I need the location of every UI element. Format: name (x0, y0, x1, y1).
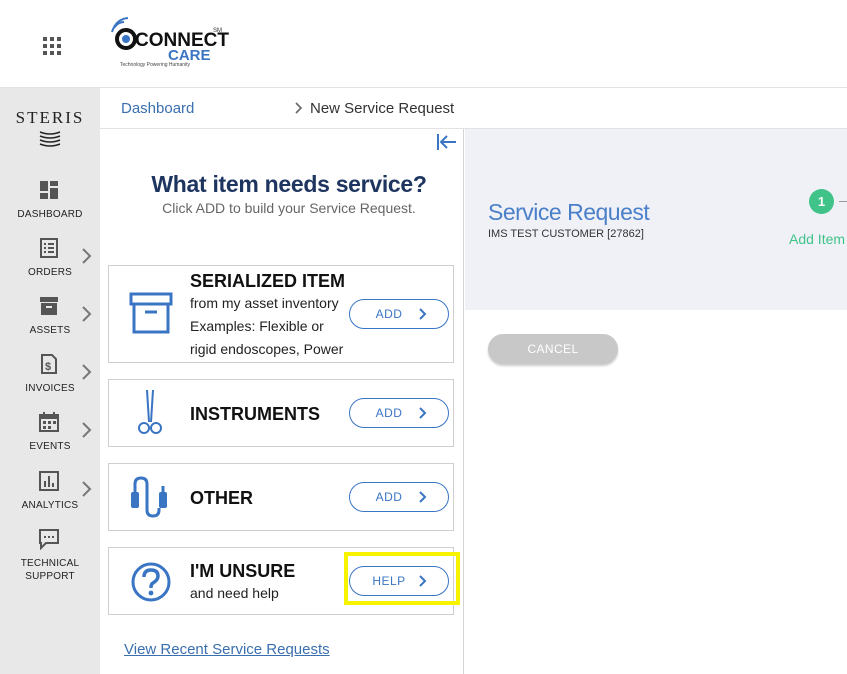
view-recent-requests-link[interactable]: View Recent Service Requests (124, 641, 330, 658)
chevron-right-icon[interactable] (80, 421, 92, 439)
steris-logo-icon (39, 131, 61, 147)
chevron-right-icon (419, 308, 427, 320)
chat-icon (39, 529, 59, 550)
service-request-content: Service Request IMS TEST CUSTOMER [27862… (465, 129, 847, 674)
nav-technical-support-label: TECHNICAL SUPPORT (0, 557, 100, 583)
card-title: SERIALIZED ITEM (190, 271, 346, 291)
svg-text:$: $ (45, 361, 51, 373)
invoices-icon: $ (41, 354, 57, 374)
desc-line: Examples: Flexible or (190, 318, 324, 334)
button-label: ADD (375, 307, 403, 321)
label-line: TECHNICAL (20, 558, 80, 569)
customer-name: IMS TEST CUSTOMER [27862] (488, 228, 644, 240)
chevron-right-icon (419, 491, 427, 503)
svg-text:Technology Powering Humanity: Technology Powering Humanity (120, 62, 191, 68)
other-card: OTHER ADD (108, 463, 454, 531)
button-label: HELP (372, 574, 406, 588)
breadcrumb-current: New Service Request (310, 100, 455, 117)
svg-text:SM: SM (213, 28, 222, 34)
add-instruments-button[interactable]: ADD (349, 398, 449, 428)
panel-title: What item needs service? (151, 171, 427, 197)
nav-orders[interactable]: ORDERS (0, 237, 100, 289)
assets-icon (40, 297, 58, 315)
steris-brand[interactable]: STERIS (0, 108, 100, 128)
step-number-badge: 1 (809, 189, 834, 214)
archive-box-icon (129, 292, 173, 334)
surgical-clamp-icon (138, 389, 162, 434)
panel-subtitle: Click ADD to build your Service Request. (162, 200, 416, 216)
card-title: INSTRUMENTS (190, 404, 320, 424)
help-button[interactable]: HELP (349, 566, 449, 596)
label-line: SUPPORT (25, 571, 75, 582)
nav-invoices-label: INVOICES (25, 383, 75, 394)
nav-orders-label: ORDERS (28, 267, 72, 278)
service-request-title: Service Request (488, 199, 650, 225)
step-label: Add Item (789, 231, 846, 247)
top-header: CONNECT SM CARE Technology Powering Huma… (0, 0, 847, 88)
add-other-button[interactable]: ADD (349, 482, 449, 512)
card-title: I'M UNSURE (190, 561, 296, 581)
nav-technical-support[interactable]: TECHNICAL SUPPORT (0, 528, 100, 583)
nav-invoices[interactable]: $ INVOICES (0, 353, 100, 405)
unsure-card: I'M UNSURE and need help HELP (108, 547, 460, 615)
instruments-card: INSTRUMENTS ADD (108, 379, 454, 447)
nav-dashboard[interactable]: DASHBOARD (0, 179, 100, 231)
analytics-icon (39, 471, 59, 491)
dashboard-icon (40, 181, 58, 199)
chevron-right-icon (419, 575, 427, 587)
chevron-right-icon[interactable] (80, 363, 92, 381)
chevron-right-icon (295, 102, 303, 114)
orders-icon (40, 238, 58, 258)
card-description: and need help (190, 585, 279, 601)
button-label: ADD (375, 490, 403, 504)
add-serialized-item-button[interactable]: ADD (349, 299, 449, 329)
chevron-right-icon[interactable] (80, 247, 92, 265)
card-title: OTHER (190, 488, 253, 508)
breadcrumb: Dashboard New Service Request (100, 88, 847, 129)
nav-assets-label: ASSETS (29, 325, 71, 336)
collapse-panel-icon[interactable] (436, 133, 458, 151)
step-connector (839, 201, 847, 202)
desc-line: from my asset inventory (190, 295, 339, 311)
chevron-right-icon[interactable] (80, 305, 92, 323)
app-launcher-icon[interactable] (43, 37, 61, 55)
item-selection-panel: What item needs service? Click ADD to bu… (100, 129, 464, 674)
side-nav: STERIS DASHBOARD ORDERS ASSETS $ INVOICE… (0, 88, 100, 674)
cable-icon (131, 476, 167, 518)
nav-analytics[interactable]: ANALYTICS (0, 470, 100, 522)
question-icon (131, 562, 171, 602)
serialized-item-card: SERIALIZED ITEM from my asset inventory … (108, 265, 454, 363)
service-request-header: Service Request IMS TEST CUSTOMER [27862… (465, 129, 847, 310)
card-description: from my asset inventory Examples: Flexib… (190, 292, 343, 361)
breadcrumb-dashboard-link[interactable]: Dashboard (121, 100, 194, 117)
nav-analytics-label: ANALYTICS (21, 500, 79, 511)
chevron-right-icon (419, 407, 427, 419)
button-label: ADD (375, 406, 403, 420)
chevron-right-icon[interactable] (80, 480, 92, 498)
connect-care-logo[interactable]: CONNECT SM CARE Technology Powering Huma… (110, 14, 230, 74)
cancel-button[interactable]: CANCEL (488, 334, 618, 364)
nav-events-label: EVENTS (29, 441, 71, 452)
nav-dashboard-label: DASHBOARD (17, 209, 83, 220)
nav-assets[interactable]: ASSETS (0, 295, 100, 347)
calendar-icon (39, 412, 59, 432)
nav-events[interactable]: EVENTS (0, 411, 100, 463)
desc-line: rigid endoscopes, Power (190, 341, 344, 357)
